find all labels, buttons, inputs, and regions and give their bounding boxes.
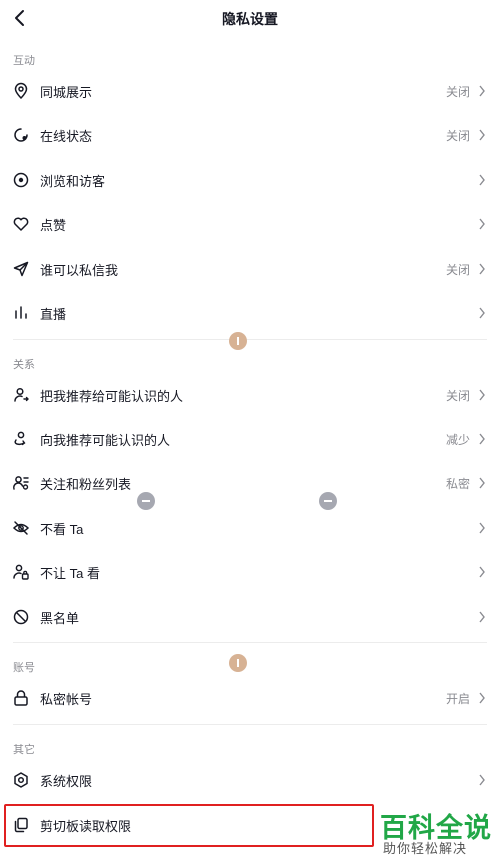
row-browse-visitors[interactable]: 浏览和访客: [0, 158, 500, 202]
chevron-right-icon: [479, 692, 485, 704]
row-likes[interactable]: 点赞: [0, 202, 500, 246]
online-status-icon: [14, 128, 28, 142]
scroll-marker-dot: [229, 654, 247, 672]
row-recommend-to-me[interactable]: 向我推荐可能认识的人 减少: [0, 417, 500, 461]
chevron-right-icon: [479, 307, 485, 319]
chevron-right-icon: [479, 566, 485, 578]
header-bar: 隐私设置: [0, 0, 500, 36]
scroll-marker-dot: [229, 332, 247, 350]
section-label-relation: 关系: [13, 359, 35, 371]
lock-icon: [14, 690, 28, 706]
row-city-display[interactable]: 同城展示 关闭: [0, 69, 500, 113]
watermark-sub: 助你轻松解决: [383, 841, 468, 856]
row-label: 同城展示: [40, 85, 93, 100]
user-share-icon: [14, 387, 29, 402]
location-pin-icon: [14, 82, 28, 100]
chevron-right-icon: [479, 85, 485, 97]
row-value: 减少: [445, 433, 470, 447]
row-value: 开启: [445, 692, 470, 706]
settings-hex-icon: [14, 772, 28, 788]
row-label: 点赞: [40, 218, 67, 233]
row-value: 关闭: [445, 129, 470, 143]
row-label: 谁可以私信我: [40, 263, 119, 278]
chevron-right-icon: [479, 263, 485, 275]
row-private-account[interactable]: 私密帐号 开启: [0, 676, 500, 720]
row-label: 黑名单: [40, 611, 80, 626]
block-icon: [13, 609, 29, 625]
row-label: 私密帐号: [40, 692, 93, 707]
row-follow-fans[interactable]: 关注和粉丝列表 私密: [0, 461, 500, 505]
page-title: 隐私设置: [222, 11, 278, 27]
section-divider: [13, 724, 487, 725]
row-value: 关闭: [445, 263, 470, 277]
users-list-icon: [13, 476, 29, 490]
row-not-let-see[interactable]: 不让 Ta 看: [0, 550, 500, 594]
eye-off-icon: [12, 521, 30, 535]
row-label: 直播: [40, 307, 67, 322]
row-label: 不看 Ta: [40, 522, 84, 537]
row-label: 浏览和访客: [40, 174, 106, 189]
chevron-right-icon: [479, 174, 485, 186]
section-divider: [13, 339, 487, 340]
row-recommend-me[interactable]: 把我推荐给可能认识的人 关闭: [0, 373, 500, 417]
watermark-logo: 百科全说 助你轻松解决: [374, 806, 500, 860]
heart-icon: [13, 217, 29, 231]
row-value: 关闭: [445, 389, 470, 403]
section-label-interaction: 互动: [13, 55, 35, 67]
section-label-account: 账号: [13, 662, 35, 674]
row-label: 把我推荐给可能认识的人: [40, 389, 184, 404]
chevron-right-icon: [479, 611, 485, 623]
paper-plane-icon: [13, 261, 29, 277]
eye-icon: [13, 172, 29, 188]
chevron-right-icon: [479, 389, 485, 401]
row-live[interactable]: 直播: [0, 291, 500, 335]
chevron-right-icon: [479, 218, 485, 230]
row-label: 不让 Ta 看: [40, 566, 100, 581]
row-online-status[interactable]: 在线状态 关闭: [0, 113, 500, 157]
chevron-right-icon: [479, 522, 485, 534]
chevron-right-icon: [479, 433, 485, 445]
user-lock-icon: [13, 564, 29, 580]
section-label-other: 其它: [13, 744, 35, 756]
row-label: 关注和粉丝列表: [40, 477, 132, 492]
chevron-right-icon: [479, 477, 485, 489]
row-value: 私密: [445, 477, 470, 491]
highlight-box: [4, 804, 374, 847]
user-recommend-icon: [14, 431, 26, 446]
row-label: 系统权限: [40, 774, 93, 789]
row-not-see[interactable]: 不看 Ta: [0, 506, 500, 550]
chevron-right-icon: [479, 774, 485, 786]
row-blacklist[interactable]: 黑名单: [0, 595, 500, 639]
live-bars-icon: [15, 306, 27, 319]
row-system-permission[interactable]: 系统权限: [0, 758, 500, 802]
row-label: 向我推荐可能认识的人: [40, 433, 171, 448]
row-who-can-message[interactable]: 谁可以私信我 关闭: [0, 247, 500, 291]
row-value: 关闭: [445, 85, 470, 99]
chevron-right-icon: [479, 129, 485, 141]
row-label: 在线状态: [40, 129, 93, 144]
section-divider: [13, 642, 487, 643]
